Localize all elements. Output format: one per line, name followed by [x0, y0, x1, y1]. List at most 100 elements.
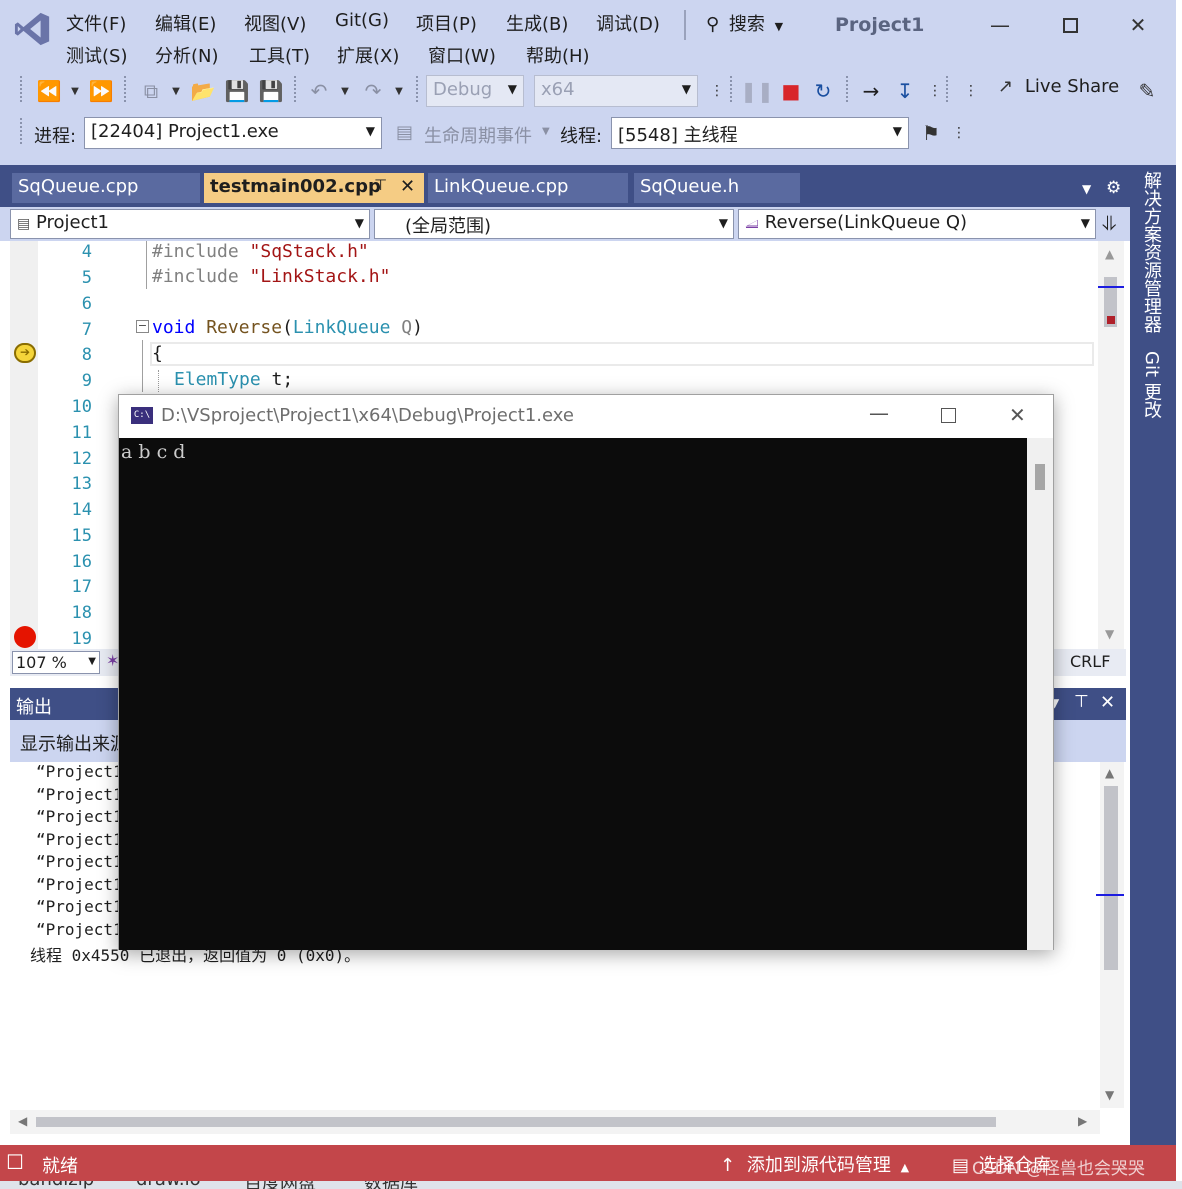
tab-sqqueue-cpp[interactable]: SqQueue.cpp [12, 173, 200, 203]
toolbar-grip[interactable] [946, 76, 948, 104]
line-ending-indicator[interactable]: CRLF [1070, 652, 1110, 671]
scroll-left-icon[interactable]: ◀ [18, 1114, 27, 1128]
pin-icon[interactable]: ⊤ [1074, 692, 1089, 712]
platform-select[interactable]: x64 ▼ [534, 75, 698, 107]
menu-project[interactable]: 项目(P) [416, 10, 477, 36]
undo-icon[interactable]: ↶ [306, 78, 332, 104]
back-dropdown-icon[interactable]: ▼ [62, 78, 88, 104]
scroll-up-icon[interactable]: ▲ [1105, 766, 1114, 780]
menu-git[interactable]: Git(G) [335, 10, 389, 31]
toolbar-grip[interactable] [20, 118, 22, 146]
tab-list-dropdown-icon[interactable]: ▼ [1082, 182, 1091, 196]
menu-extensions[interactable]: 扩展(X) [337, 42, 399, 68]
save-icon[interactable]: 💾 [224, 78, 250, 104]
editor-vertical-scrollbar[interactable]: ▲ ▼ [1098, 241, 1124, 649]
menu-file[interactable]: 文件(F) [66, 10, 126, 36]
new-dropdown-icon[interactable]: ▼ [163, 78, 189, 104]
scrollbar-thumb[interactable] [1035, 464, 1045, 490]
scope-select[interactable]: (全局范围) ▼ [374, 209, 734, 239]
menu-view[interactable]: 视图(V) [244, 10, 306, 36]
scroll-right-icon[interactable]: ▶ [1078, 1114, 1087, 1128]
tab-linkqueue-cpp[interactable]: LinkQueue.cpp [428, 173, 628, 203]
taskbar-item-database[interactable]: 数据库 [364, 1181, 418, 1189]
thread-select[interactable]: [5548] 主线程 ▼ [611, 117, 909, 149]
member-select[interactable]: ⧡ Reverse(LinkQueue Q) ▼ [738, 209, 1096, 239]
live-share-button[interactable]: ↗ Live Share [998, 76, 1119, 97]
taskbar-item-bandizip[interactable]: bandizip [18, 1181, 94, 1189]
console-minimize-icon[interactable]: — [869, 401, 889, 425]
search-button[interactable]: ⚲ 搜索 ▼ [706, 10, 783, 40]
show-next-statement-icon[interactable]: → [858, 78, 884, 104]
scroll-down-icon[interactable]: ▼ [1105, 1088, 1114, 1102]
notifications-icon[interactable]: ☐ [6, 1150, 24, 1174]
process-select[interactable]: [22404] Project1.exe ▼ [84, 117, 382, 149]
console-close-icon[interactable]: ✕ [1009, 403, 1026, 427]
configuration-select[interactable]: Debug ▼ [426, 75, 524, 107]
restart-icon[interactable]: ↻ [810, 78, 836, 104]
output-vertical-scrollbar[interactable]: ▲ ▼ [1096, 762, 1124, 1108]
menu-test[interactable]: 测试(S) [66, 42, 127, 68]
step-into-icon[interactable]: ↧ [892, 78, 918, 104]
gear-icon[interactable]: ⚙ [1106, 178, 1121, 198]
tab-testmain002-cpp[interactable]: testmain002.cpp ⊤ ✕ [204, 173, 424, 203]
menu-help[interactable]: 帮助(H) [526, 42, 590, 68]
open-folder-icon[interactable]: 📂 [190, 78, 216, 104]
menu-debug[interactable]: 调试(D) [596, 10, 660, 36]
lifecycle-events-button[interactable]: 生命周期事件 [424, 122, 532, 148]
menu-edit[interactable]: 编辑(E) [155, 10, 216, 36]
solution-explorer-tab[interactable]: 解决方案资源管理器 [1138, 171, 1164, 333]
glyph-margin[interactable] [10, 241, 38, 649]
output-line: “Project1 [36, 875, 123, 894]
minimize-button[interactable]: — [980, 10, 1020, 40]
add-to-source-control-button[interactable]: ↑ 添加到源代码管理 ▲ [720, 1151, 909, 1177]
chevron-down-icon: ▼ [507, 82, 517, 96]
redo-icon[interactable]: ↷ [360, 78, 386, 104]
break-all-icon[interactable]: ❚❚ [740, 78, 774, 104]
zoom-select[interactable]: 107 % ▼ [12, 651, 100, 674]
scrollbar-thumb[interactable] [1104, 786, 1118, 970]
scroll-up-icon[interactable]: ▲ [1105, 247, 1114, 261]
toolbar-overflow-icon[interactable]: ⋮ [922, 78, 948, 104]
split-window-icon[interactable]: ⥥ [1102, 211, 1117, 235]
menu-analyze[interactable]: 分析(N) [155, 42, 219, 68]
output-horizontal-scrollbar[interactable]: ◀ ▶ [10, 1110, 1100, 1134]
toolbar-overflow-icon[interactable]: ⋮ [946, 120, 972, 146]
stop-debugging-icon[interactable]: ■ [778, 78, 804, 104]
console-output-area[interactable]: a b c d [119, 438, 1027, 950]
menu-tools[interactable]: 工具(T) [249, 42, 310, 68]
taskbar-item-drawio[interactable]: draw.io [136, 1181, 201, 1189]
feedback-icon[interactable]: ✎ [1134, 78, 1160, 104]
menu-build[interactable]: 生成(B) [506, 10, 568, 36]
breakpoint-icon[interactable] [14, 626, 36, 648]
navigate-forward-icon[interactable]: ⏩ [88, 78, 114, 104]
taskbar-item-baidu-netdisk[interactable]: 百度网盘 [244, 1181, 316, 1189]
tab-sqqueue-h[interactable]: SqQueue.h [634, 173, 800, 203]
close-button[interactable]: ✕ [1118, 10, 1158, 40]
new-project-icon[interactable]: ⧉ [138, 78, 164, 104]
flag-icon[interactable]: ⚑ [918, 120, 944, 146]
console-title-bar[interactable]: C:\ D:\VSproject\Project1\x64\Debug\Proj… [119, 395, 1053, 438]
solution-title: Project1 [835, 14, 925, 36]
toolbar-overflow-icon[interactable]: ⋮ [958, 78, 984, 104]
console-window[interactable]: C:\ D:\VSproject\Project1\x64\Debug\Proj… [118, 394, 1054, 950]
close-panel-icon[interactable]: ✕ [1100, 692, 1115, 713]
project-select[interactable]: ▤ Project1 ▼ [10, 209, 370, 239]
scroll-down-icon[interactable]: ▼ [1105, 627, 1114, 641]
menu-window[interactable]: 窗口(W) [428, 42, 496, 68]
undo-dropdown-icon[interactable]: ▼ [332, 78, 358, 104]
save-all-icon[interactable]: 💾 [258, 78, 284, 104]
scrollbar-thumb[interactable] [36, 1117, 996, 1127]
collapse-region-icon[interactable]: − [136, 320, 149, 333]
lifecycle-events-icon: ▤ [396, 122, 414, 143]
git-changes-tab[interactable]: Git 更改 [1138, 351, 1164, 419]
redo-dropdown-icon[interactable]: ▼ [386, 78, 412, 104]
console-maximize-icon[interactable] [941, 408, 956, 423]
maximize-button[interactable] [1050, 10, 1090, 40]
toolbar-grip[interactable] [20, 76, 22, 104]
console-scrollbar[interactable] [1027, 438, 1053, 950]
toolbar-grip[interactable] [730, 76, 732, 104]
navigate-back-icon[interactable]: ⏪ [36, 78, 62, 104]
toolbar-overflow-icon[interactable]: ⋮ [704, 78, 730, 104]
close-tab-icon[interactable]: ✕ [400, 176, 415, 197]
pin-icon[interactable]: ⊤ [374, 176, 387, 194]
